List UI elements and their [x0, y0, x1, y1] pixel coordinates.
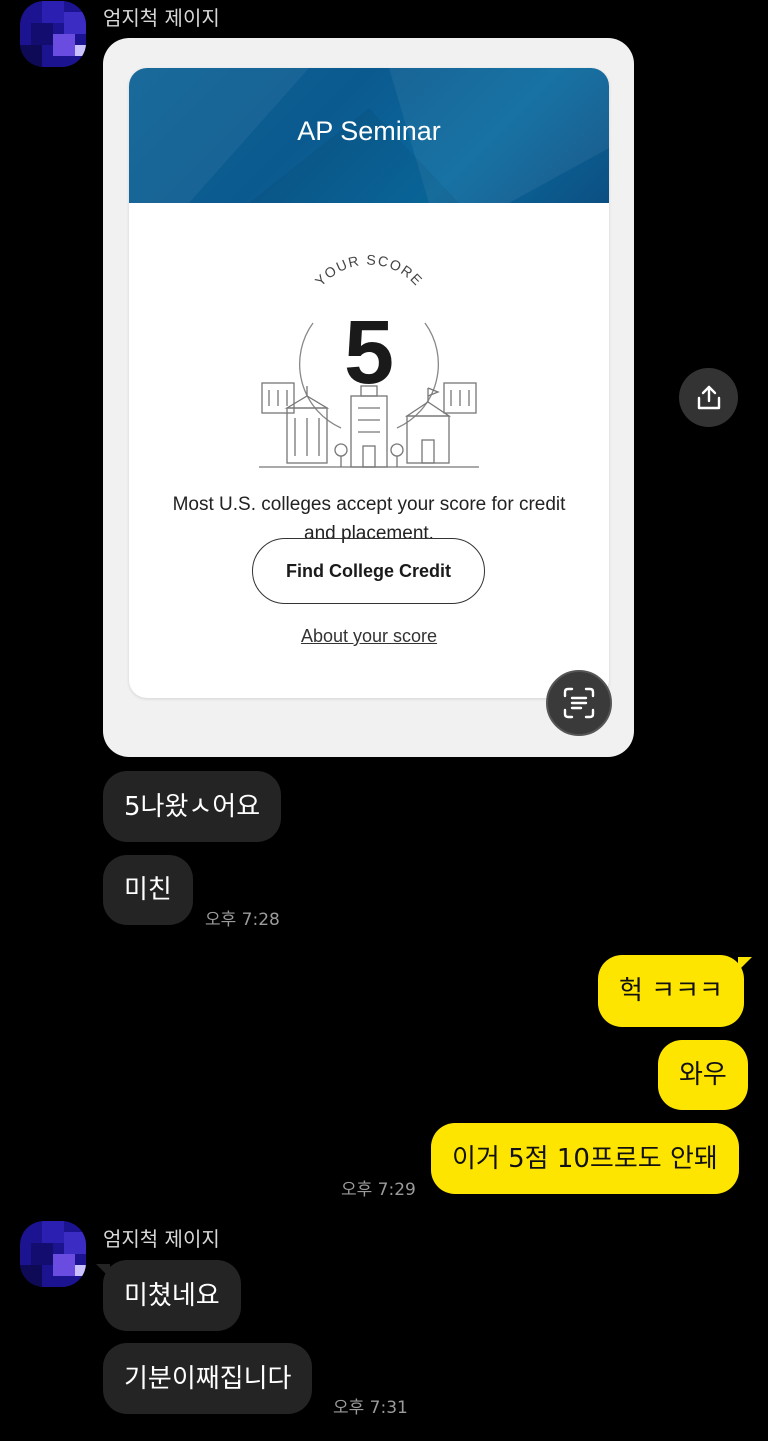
incoming-message[interactable]: 기분이째집니다 — [103, 1343, 313, 1414]
about-your-score-link: About your score — [300, 626, 438, 646]
card-header: AP Seminar — [129, 68, 609, 203]
score-label: YOUR SCORE — [312, 251, 425, 289]
sender-avatar[interactable] — [20, 1, 86, 67]
incoming-message[interactable]: 미쳤네요 — [103, 1260, 241, 1331]
score-value: 5 — [343, 303, 395, 403]
share-icon — [697, 385, 720, 409]
share-button[interactable] — [679, 368, 738, 427]
outgoing-message[interactable]: 헉 ㅋㅋㅋ — [598, 955, 744, 1027]
message-timestamp: 오후 7:31 — [333, 1398, 408, 1418]
incoming-message[interactable]: 5나왔ㅅ어요 — [103, 771, 282, 842]
card-title: AP Seminar — [297, 116, 441, 146]
incoming-message[interactable]: 미친 — [103, 855, 193, 925]
outgoing-message[interactable]: 이거 5점 10프로도 안돼 — [431, 1123, 739, 1194]
ap-score-card: AP Seminar YOUR SCORE 5 Most U.S. colleg… — [129, 68, 609, 698]
text-scan-icon — [563, 687, 595, 719]
message-timestamp: 오후 7:28 — [205, 910, 280, 930]
message-timestamp: 오후 7:29 — [341, 1180, 416, 1200]
sender-avatar[interactable] — [20, 1221, 86, 1287]
outgoing-message[interactable]: 와우 — [658, 1040, 748, 1110]
sender-name: 엄지척 제이지 — [103, 1227, 220, 1251]
image-message[interactable]: AP Seminar YOUR SCORE 5 Most U.S. colleg… — [103, 38, 634, 757]
find-college-credit-button: Find College Credit — [252, 538, 485, 604]
sender-name: 엄지척 제이지 — [103, 6, 220, 30]
text-scan-button[interactable] — [546, 670, 612, 736]
svg-text:YOUR SCORE: YOUR SCORE — [312, 251, 427, 289]
